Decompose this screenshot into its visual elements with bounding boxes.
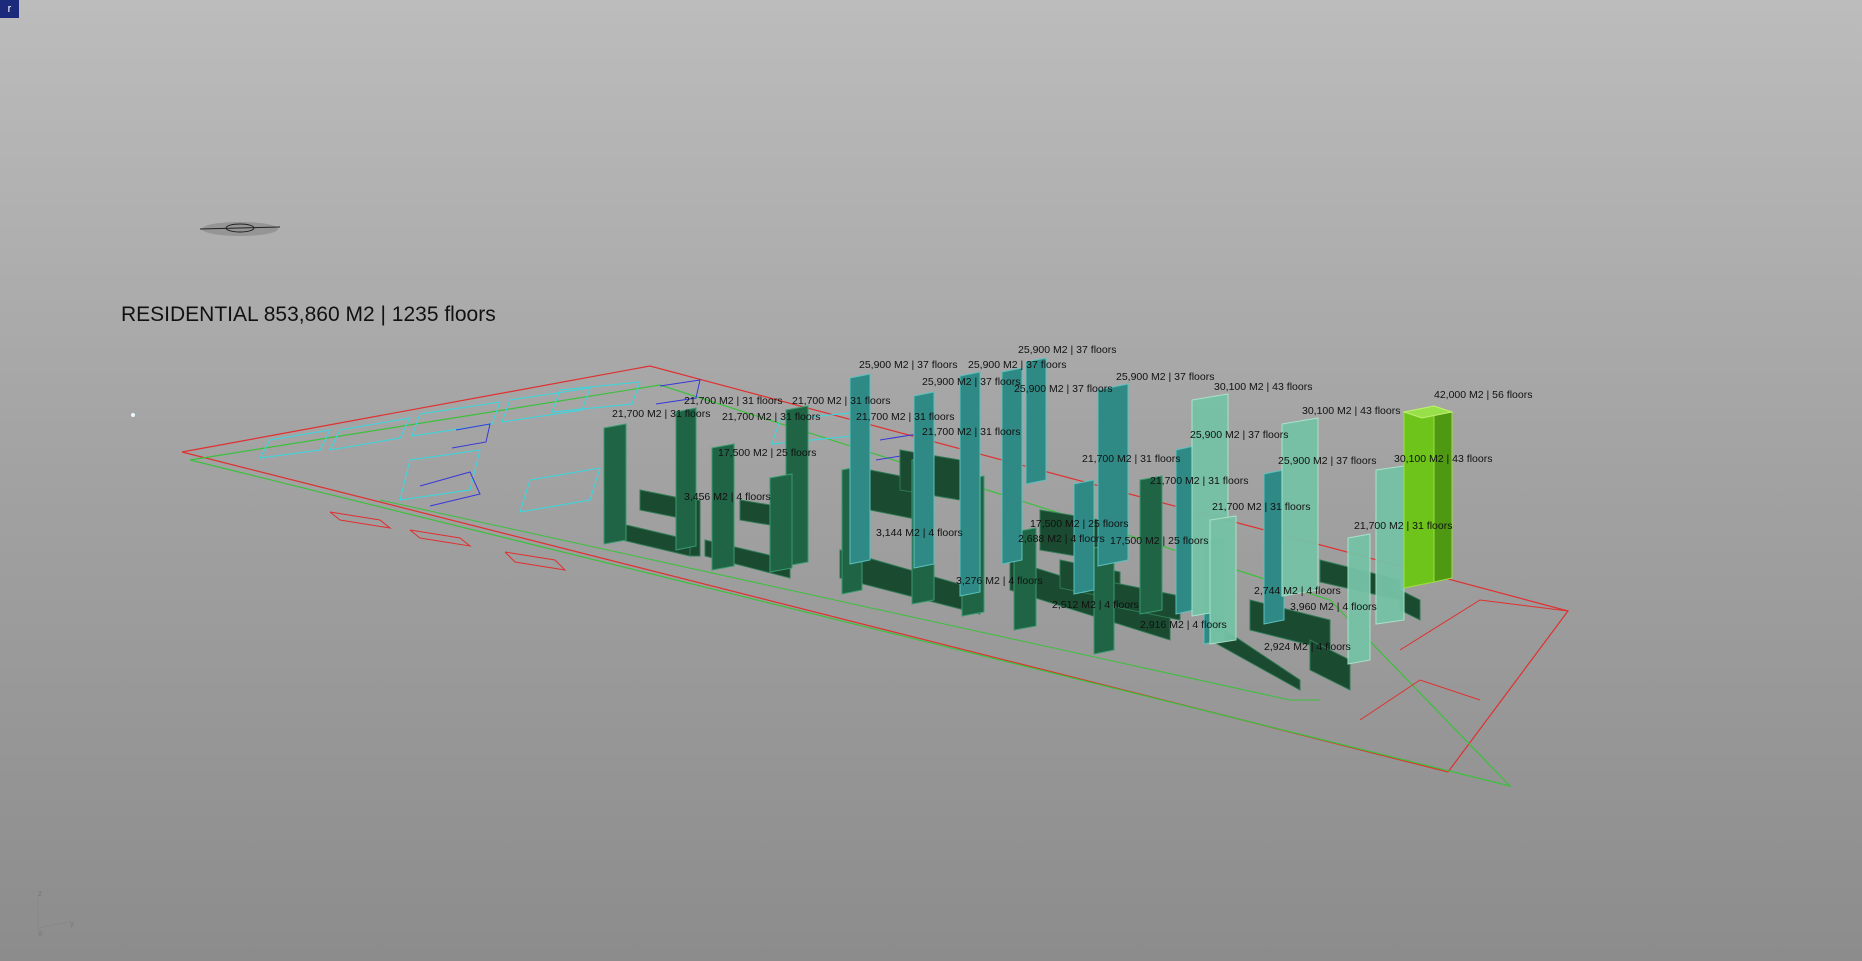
site-boundary-line (409, 529, 472, 547)
camera-object-icon (199, 222, 281, 236)
building-label: 25,900 M2 | 37 floors (1190, 429, 1288, 441)
building-label: 21,700 M2 | 31 floors (722, 411, 820, 423)
building-label: 3,960 M2 | 4 floors (1290, 601, 1377, 613)
building-label: 21,700 M2 | 31 floors (1082, 453, 1180, 465)
building-label: 3,456 M2 | 4 floors (684, 491, 771, 503)
building-label: 2,688 M2 | 4 floors (1018, 533, 1105, 545)
residential-summary-label: RESIDENTIAL 853,860 M2 | 1235 floors (121, 303, 496, 326)
origin-point-marker (131, 413, 135, 417)
site-boundary-line (1399, 599, 1569, 651)
building-label: 2,744 M2 | 4 floors (1254, 585, 1341, 597)
building-label: 30,100 M2 | 43 floors (1214, 381, 1312, 393)
building-label: 25,900 M2 | 37 floors (968, 359, 1066, 371)
building-label: 25,900 M2 | 37 floors (922, 376, 1020, 388)
building-label: 21,700 M2 | 31 floors (1354, 520, 1452, 532)
building-label: 2,916 M2 | 4 floors (1140, 619, 1227, 631)
building-label: 30,100 M2 | 43 floors (1302, 405, 1400, 417)
building-label: 25,900 M2 | 37 floors (859, 359, 957, 371)
building-label: 21,700 M2 | 31 floors (922, 426, 1020, 438)
axis-indicator: z y x (37, 889, 74, 938)
building-label: 2,924 M2 | 4 floors (1264, 641, 1351, 653)
building-label: 21,700 M2 | 31 floors (1150, 475, 1248, 487)
building-label: 3,144 M2 | 4 floors (876, 527, 963, 539)
building-label: 42,000 M2 | 56 floors (1434, 389, 1532, 401)
building-label: 21,700 M2 | 31 floors (1212, 501, 1310, 513)
viewport-3d-scene[interactable]: RESIDENTIAL 853,860 M2 | 1235 floors 42,… (0, 0, 1862, 961)
axis-y-label: y (70, 919, 74, 928)
site-boundary-line (1359, 679, 1481, 721)
building-label: 25,900 M2 | 37 floors (1116, 371, 1214, 383)
site-boundary-line (329, 511, 392, 529)
building-label: 21,700 M2 | 31 floors (612, 408, 710, 420)
building-label: 3,276 M2 | 4 floors (956, 575, 1043, 587)
site-boundary-line (504, 551, 567, 571)
building-label: 25,900 M2 | 37 floors (1278, 455, 1376, 467)
building-label: 25,900 M2 | 37 floors (1014, 383, 1112, 395)
building-label: 21,700 M2 | 31 floors (792, 395, 890, 407)
tower-highlight-56-floors (1402, 405, 1454, 589)
building-label: 17,500 M2 | 25 floors (1030, 518, 1128, 530)
building-label: 2,512 M2 | 4 floors (1052, 599, 1139, 611)
building-label: 21,700 M2 | 31 floors (856, 411, 954, 423)
building-label: 30,100 M2 | 43 floors (1394, 453, 1492, 465)
building-label: 17,500 M2 | 25 floors (718, 447, 816, 459)
building-label: 21,700 M2 | 31 floors (684, 395, 782, 407)
building-label: 25,900 M2 | 37 floors (1018, 344, 1116, 356)
axis-x-label: x (38, 929, 42, 938)
axis-z-label: z (38, 889, 42, 898)
building-label: 17,500 M2 | 25 floors (1110, 535, 1208, 547)
